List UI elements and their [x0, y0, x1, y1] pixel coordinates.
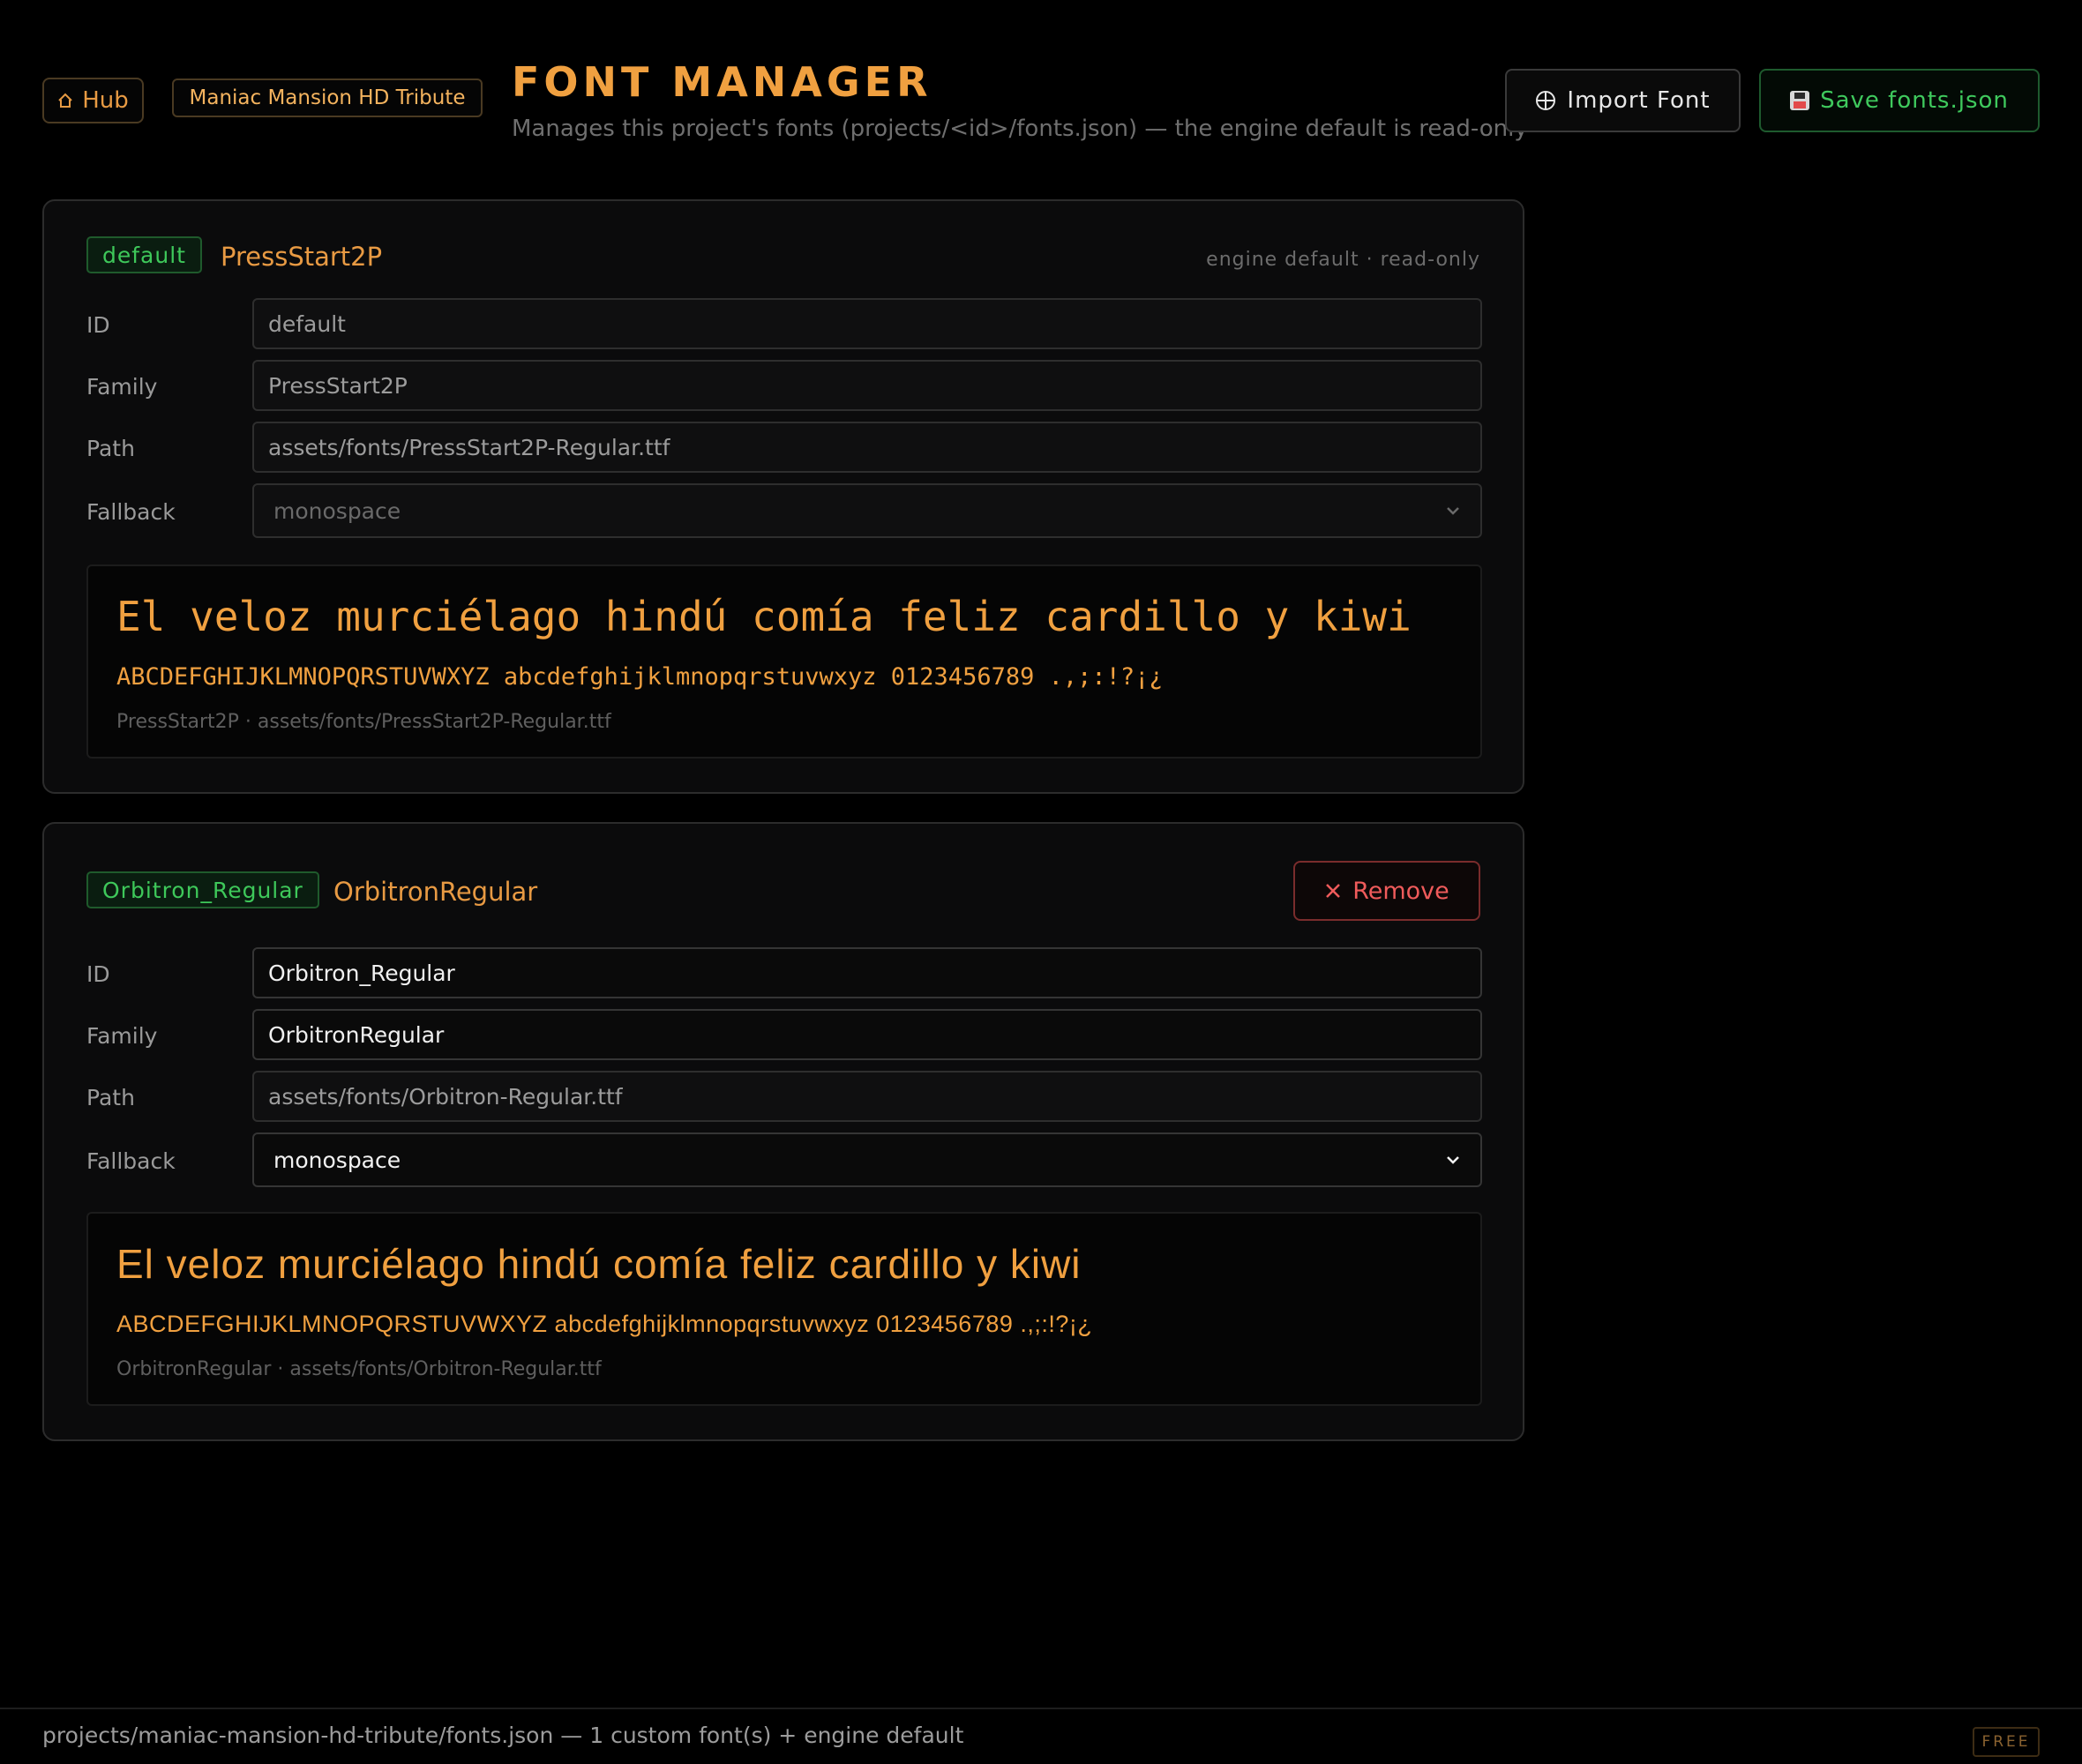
fallback-select-value: monospace: [273, 497, 401, 524]
fallback-select-value: monospace: [273, 1147, 401, 1173]
font-family-title: OrbitronRegular: [333, 877, 538, 907]
family-field: PressStart2P: [252, 360, 1482, 411]
page-subtitle: Manages this project's fonts (projects/<…: [512, 116, 1528, 142]
preview-caption: OrbitronRegular · assets/fonts/Orbitron-…: [116, 1358, 602, 1380]
preview-sentence: El veloz murciélago hindú comía feliz ca…: [116, 1241, 1082, 1287]
footer-divider: [0, 1708, 2082, 1709]
font-id-chip: default: [86, 236, 202, 273]
save-fonts-button[interactable]: Save fonts.json: [1759, 69, 2040, 132]
family-label: Family: [86, 374, 158, 400]
hub-button[interactable]: Hub: [42, 78, 144, 123]
plan-badge: FREE: [1973, 1727, 2040, 1757]
path-field: assets/fonts/Orbitron-Regular.ttf: [252, 1071, 1482, 1122]
id-label: ID: [86, 312, 110, 338]
floppy-disk-icon: [1790, 91, 1810, 110]
close-icon: [1324, 882, 1342, 900]
fallback-label: Fallback: [86, 1148, 176, 1174]
font-card-default: default PressStart2P engine default · re…: [42, 199, 1524, 794]
preview-charset: ABCDEFGHIJKLMNOPQRSTUVWXYZ abcdefghijklm…: [116, 1311, 1093, 1337]
font-preview: El veloz murciélago hindú comía feliz ca…: [86, 1212, 1482, 1406]
fallback-label: Fallback: [86, 499, 176, 525]
preview-sentence: El veloz murciélago hindú comía feliz ca…: [116, 593, 1412, 640]
chevron-down-icon: [1445, 503, 1461, 519]
id-field[interactable]: Orbitron_Regular: [252, 947, 1482, 998]
id-label: ID: [86, 961, 110, 987]
footer-path-summary: projects/maniac-mansion-hd-tribute/fonts…: [42, 1723, 964, 1748]
font-family-title: PressStart2P: [221, 242, 383, 272]
home-icon: [57, 93, 73, 108]
chevron-down-icon: [1445, 1152, 1461, 1168]
font-card-orbitron: Orbitron_Regular OrbitronRegular Remove …: [42, 822, 1524, 1441]
add-circle-icon: [1535, 90, 1556, 111]
preview-charset: ABCDEFGHIJKLMNOPQRSTUVWXYZ abcdefghijklm…: [116, 663, 1164, 691]
path-field: assets/fonts/PressStart2P-Regular.ttf: [252, 422, 1482, 473]
remove-font-label: Remove: [1352, 877, 1449, 905]
hub-label: Hub: [82, 87, 129, 114]
import-font-button[interactable]: Import Font: [1505, 69, 1741, 132]
fallback-select[interactable]: monospace: [252, 1132, 1482, 1187]
read-only-note: engine default · read-only: [1206, 249, 1480, 271]
fallback-select: monospace: [252, 483, 1482, 538]
family-label: Family: [86, 1023, 158, 1049]
family-field[interactable]: OrbitronRegular: [252, 1009, 1482, 1060]
path-label: Path: [86, 1085, 135, 1110]
import-font-label: Import Font: [1567, 87, 1711, 114]
save-fonts-label: Save fonts.json: [1820, 87, 2009, 114]
id-field: default: [252, 298, 1482, 349]
remove-font-button[interactable]: Remove: [1293, 861, 1480, 921]
path-label: Path: [86, 436, 135, 461]
page-title: FONT MANAGER: [512, 58, 932, 106]
font-preview: El veloz murciélago hindú comía feliz ca…: [86, 564, 1482, 759]
project-name-badge: Maniac Mansion HD Tribute: [172, 78, 483, 117]
font-id-chip: Orbitron_Regular: [86, 871, 319, 908]
preview-caption: PressStart2P · assets/fonts/PressStart2P…: [116, 711, 611, 733]
